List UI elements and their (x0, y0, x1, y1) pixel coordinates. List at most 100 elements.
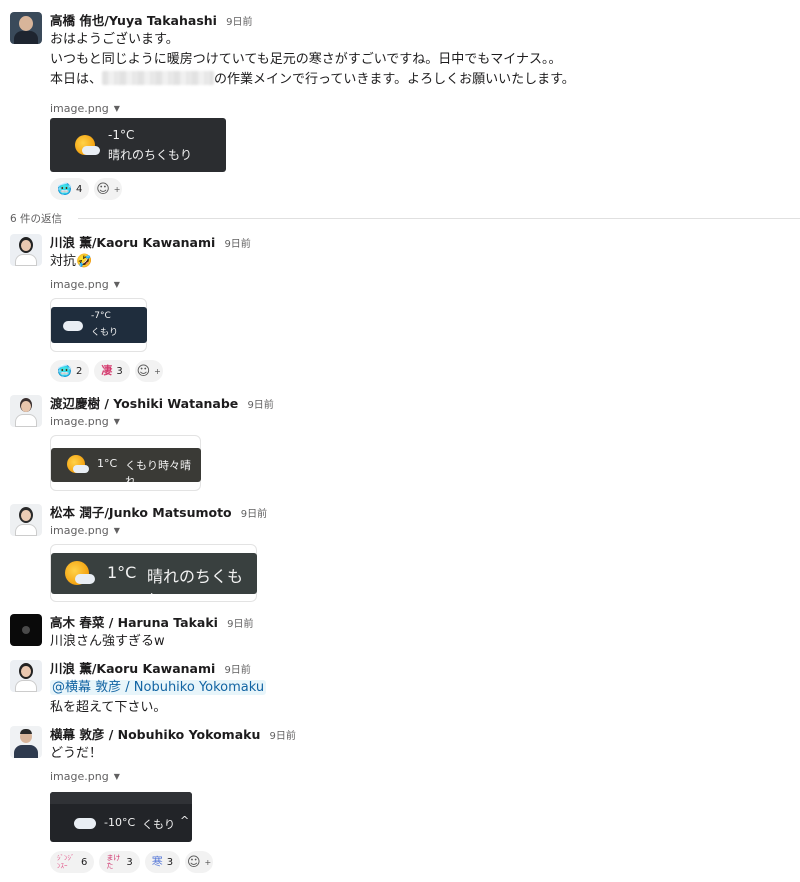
file-name: image.png (50, 278, 109, 291)
weather-temp: -1°C (108, 128, 135, 142)
reply-message: 川浪 薫/Kaoru Kawanami 9日前 対抗🤣 image.png ▼ -… (0, 234, 800, 384)
reaction-maketa[interactable]: まけた 3 (99, 851, 140, 873)
file-name-toggle[interactable]: image.png ▼ (50, 102, 790, 116)
timestamp[interactable]: 9日前 (247, 400, 273, 411)
timestamp[interactable]: 9日前 (227, 619, 253, 630)
reply-message: 渡辺慶樹 / Yoshiki Watanabe 9日前 image.png ▼ 1… (0, 395, 800, 495)
author-name[interactable]: 高橋 侑也/Yuya Takahashi (50, 13, 217, 28)
chevron-up-icon: ^ (180, 814, 190, 827)
add-reaction-icon[interactable]: ☺ + (134, 360, 163, 382)
image-attachment[interactable]: -10°C くもり ^ (50, 792, 192, 842)
file-name-toggle[interactable]: image.png ▼ (50, 278, 790, 292)
avatar[interactable] (10, 504, 42, 536)
maketa-emoji: まけた (106, 854, 121, 870)
caret-down-icon: ▼ (113, 280, 120, 289)
avatar[interactable] (10, 726, 42, 758)
reply-message: 高木 春菜 / Haruna Takaki 9日前 川浪さん強すぎるw (0, 614, 800, 654)
reaction-sugoi[interactable]: 凄3 (94, 360, 130, 382)
file-name: image.png (50, 102, 109, 115)
file-name: image.png (50, 524, 109, 537)
timestamp[interactable]: 9日前 (224, 665, 250, 676)
weather-desc: 晴れのちくもり (108, 148, 193, 162)
avatar[interactable] (10, 395, 42, 427)
avatar[interactable] (10, 660, 42, 692)
image-attachment[interactable]: -1°C 晴れのちくもり (50, 118, 226, 172)
user-mention[interactable]: @横幕 敦彦 / Nobuhiko Yokomaku (50, 680, 267, 695)
message-text: どうだ！ (50, 746, 103, 761)
message-line: おはようございます。 (50, 32, 179, 47)
weather-desc: くもり (91, 328, 119, 338)
author-name[interactable]: 松本 潤子/Junko Matsumoto (50, 505, 232, 520)
jinjinsu-emoji: ｼﾞﾝｼﾞﾝｽｰ (57, 854, 75, 870)
reaction-count: 6 (81, 856, 88, 868)
message-text: 本日は、 (50, 72, 103, 87)
file-name: image.png (50, 770, 109, 783)
image-attachment: 1°C 晴れのちくもり (51, 553, 257, 594)
image-attachment: 1°C くもり時々晴れ (51, 448, 201, 482)
reaction-cold-face[interactable]: 🥶 2 (50, 360, 90, 382)
timestamp[interactable]: 9日前 (241, 509, 267, 520)
caret-down-icon: ▼ (113, 772, 120, 781)
avatar[interactable] (10, 234, 42, 266)
cloud-icon (74, 818, 96, 829)
weather-desc: くもり (142, 818, 175, 831)
image-attachment-frame[interactable]: 1°C くもり時々晴れ (50, 435, 201, 491)
reply-count: 6 件の返信 (10, 213, 71, 225)
weather-temp: -7°C (91, 311, 111, 321)
timestamp[interactable]: 9日前 (226, 17, 252, 28)
caret-down-icon: ▼ (113, 104, 120, 113)
reaction-count: 3 (166, 856, 174, 868)
reply-message: 川浪 薫/Kaoru Kawanami 9日前 @横幕 敦彦 / Nobuhik… (0, 660, 800, 720)
cloud-icon (75, 574, 95, 584)
file-name-toggle[interactable]: image.png ▼ (50, 770, 790, 784)
image-attachment: -7°C くもり (51, 307, 147, 343)
reaction-cold-face[interactable]: 🥶 4 (50, 178, 90, 200)
reaction-samui[interactable]: 寒3 (144, 851, 181, 873)
caret-down-icon: ▼ (113, 526, 120, 535)
author-name[interactable]: 高木 春菜 / Haruna Takaki (50, 615, 218, 630)
weather-desc: くもり時々晴れ (125, 459, 191, 482)
author-name[interactable]: 渡辺慶樹 / Yoshiki Watanabe (50, 396, 238, 411)
reply-message: 松本 潤子/Junko Matsumoto 9日前 image.png ▼ 1°C… (0, 504, 800, 604)
samui-emoji: 寒 (151, 855, 163, 868)
cold-face-emoji: 🥶 (57, 182, 72, 196)
cloud-icon (73, 465, 89, 473)
weather-desc: 晴れのちくもり (147, 567, 244, 594)
reaction-count: 2 (75, 365, 83, 377)
image-attachment-frame[interactable]: -7°C くもり (50, 298, 147, 352)
message-text: 私を超えて下さい。 (50, 700, 167, 715)
author-name[interactable]: 横幕 敦彦 / Nobuhiko Yokomaku (50, 727, 260, 742)
timestamp[interactable]: 9日前 (224, 239, 250, 250)
file-name-toggle[interactable]: image.png ▼ (50, 524, 790, 538)
cloud-icon (82, 146, 100, 155)
image-attachment-frame[interactable]: 1°C 晴れのちくもり (50, 544, 257, 602)
reply-message: 横幕 敦彦 / Nobuhiko Yokomaku 9日前 どうだ！ image… (0, 726, 800, 876)
avatar[interactable] (10, 614, 42, 646)
message-line: 本日は、 の作業メインで行っていきます。よろしくお願いいたします。 (50, 70, 790, 90)
author-name[interactable]: 川浪 薫/Kaoru Kawanami (50, 235, 215, 250)
sugoi-emoji: 凄 (101, 364, 113, 377)
add-reaction-icon[interactable]: ☺ + (185, 851, 214, 873)
message-parent: 高橋 侑也/Yuya Takahashi 9日前 おはようございます。 いつもと… (0, 12, 800, 202)
message-text: 対抗🤣 (50, 254, 93, 269)
reaction-jinjinsu[interactable]: ｼﾞﾝｼﾞﾝｽｰ 6 (50, 851, 95, 873)
avatar[interactable] (10, 12, 42, 44)
message-line: いつもと同じように暖房つけていても足元の寒さがすごいですね。日中でもマイナス。。 (50, 52, 562, 67)
redacted-text (102, 71, 215, 85)
reply-count-divider: 6 件の返信 (10, 211, 800, 225)
file-name: image.png (50, 415, 109, 428)
reaction-count: 4 (75, 183, 83, 195)
file-name-toggle[interactable]: image.png ▼ (50, 415, 790, 429)
reaction-count: 3 (126, 856, 133, 868)
message-text: 川浪さん強すぎるw (50, 634, 165, 649)
timestamp[interactable]: 9日前 (270, 731, 296, 742)
weather-temp: -10°C (104, 816, 136, 829)
add-reaction-icon[interactable]: ☺ + (94, 178, 123, 200)
weather-temp: 1°C (107, 563, 137, 582)
message-text: の作業メインで行っていきます。よろしくお願いいたします。 (214, 72, 575, 87)
reaction-count: 3 (116, 365, 123, 377)
author-name[interactable]: 川浪 薫/Kaoru Kawanami (50, 661, 215, 676)
weather-temp: 1°C (97, 457, 118, 470)
cold-face-emoji: 🥶 (57, 364, 72, 378)
caret-down-icon: ▼ (113, 417, 120, 426)
